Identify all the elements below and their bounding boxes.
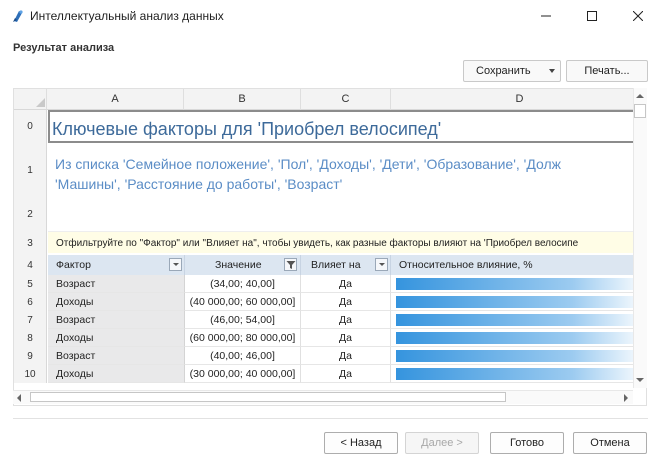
data-rows: Возраст (34,00; 40,00] Да Доходы (40 000… bbox=[48, 275, 646, 383]
column-header-d[interactable]: D bbox=[391, 89, 646, 110]
row-header[interactable]: 6 bbox=[14, 293, 47, 311]
table-cell-factor[interactable]: Возраст bbox=[48, 275, 185, 293]
next-button[interactable]: Далее > bbox=[405, 432, 479, 454]
description-line: Из списка 'Семейное положение', 'Пол', '… bbox=[55, 156, 561, 172]
save-button-label: Сохранить bbox=[476, 65, 531, 77]
footer-divider bbox=[13, 418, 648, 419]
row-header[interactable]: 0 bbox=[14, 110, 47, 143]
minimize-button[interactable] bbox=[523, 0, 569, 32]
maximize-button[interactable] bbox=[569, 0, 615, 32]
table-cell-influence[interactable]: Да bbox=[301, 329, 391, 347]
save-button[interactable]: Сохранить bbox=[463, 60, 561, 82]
horizontal-scroll-thumb[interactable] bbox=[30, 392, 506, 402]
close-button[interactable] bbox=[615, 0, 661, 32]
column-header-c[interactable]: C bbox=[301, 89, 391, 110]
relative-bar bbox=[396, 368, 646, 380]
scroll-down-icon[interactable] bbox=[635, 376, 645, 384]
filter-note: Отфильтруйте по "Фактор" или "Влияет на"… bbox=[48, 231, 646, 253]
row-header[interactable]: 5 bbox=[14, 275, 47, 293]
header-value-label: Значение bbox=[215, 259, 262, 271]
app-logo-icon bbox=[10, 8, 26, 24]
scroll-left-icon[interactable] bbox=[15, 393, 23, 403]
chevron-down-icon bbox=[173, 263, 179, 266]
row-header[interactable]: 8 bbox=[14, 329, 47, 347]
header-factor-label: Фактор bbox=[56, 259, 91, 271]
sheet-title: Ключевые факторы для 'Приобрел велосипед… bbox=[52, 119, 442, 139]
scroll-right-icon[interactable] bbox=[622, 393, 630, 403]
maximize-icon bbox=[587, 11, 597, 21]
title-bar: Интеллектуальный анализ данных bbox=[0, 0, 661, 32]
factor-filter-button[interactable] bbox=[169, 258, 182, 271]
table-cell-factor[interactable]: Доходы bbox=[48, 365, 185, 383]
cancel-button[interactable]: Отмена bbox=[573, 432, 647, 454]
influence-filter-button[interactable] bbox=[375, 258, 388, 271]
table-cell-influence[interactable]: Да bbox=[301, 293, 391, 311]
table-cell-influence[interactable]: Да bbox=[301, 311, 391, 329]
relative-bar bbox=[396, 314, 646, 326]
vertical-scrollbar[interactable] bbox=[633, 88, 647, 388]
result-sheet: A B C D 0 1 2 3 4 5 6 7 8 9 10 Ключевые … bbox=[13, 88, 647, 406]
table-cell-relative[interactable] bbox=[391, 311, 646, 329]
minimize-icon bbox=[541, 15, 551, 17]
row-header[interactable]: 1 bbox=[14, 143, 47, 197]
section-label: Результат анализа bbox=[13, 42, 115, 54]
row-header[interactable]: 9 bbox=[14, 347, 47, 365]
select-all-icon bbox=[36, 98, 45, 107]
table-cell-value[interactable]: (40,00; 46,00] bbox=[185, 347, 301, 365]
column-header-a[interactable]: A bbox=[47, 89, 184, 110]
table-cell-value[interactable]: (40 000,00; 60 000,00] bbox=[185, 293, 301, 311]
table-cell-value[interactable]: (60 000,00; 80 000,00] bbox=[185, 329, 301, 347]
vertical-scroll-thumb[interactable] bbox=[634, 104, 646, 118]
header-factor: Фактор bbox=[48, 255, 185, 275]
table-cell-value[interactable]: (46,00; 54,00] bbox=[185, 311, 301, 329]
relative-bar bbox=[396, 278, 646, 290]
chevron-down-icon[interactable] bbox=[549, 69, 555, 73]
chevron-down-icon bbox=[379, 263, 385, 266]
header-relative-label: Относительное влияние, % bbox=[399, 259, 533, 271]
header-value: Значение bbox=[185, 255, 301, 275]
table-cell-influence[interactable]: Да bbox=[301, 275, 391, 293]
scroll-up-icon[interactable] bbox=[635, 92, 645, 100]
table-cell-value[interactable]: (30 000,00; 40 000,00] bbox=[185, 365, 301, 383]
funnel-icon bbox=[286, 261, 296, 269]
table-cell-factor[interactable]: Возраст bbox=[48, 347, 185, 365]
row-header[interactable]: 2 bbox=[14, 197, 47, 231]
row-header[interactable]: 10 bbox=[14, 365, 47, 383]
table-cell-relative[interactable] bbox=[391, 293, 646, 311]
row-header[interactable]: 4 bbox=[14, 255, 47, 275]
table-cell-value[interactable]: (34,00; 40,00] bbox=[185, 275, 301, 293]
table-cell-influence[interactable]: Да bbox=[301, 347, 391, 365]
table-cell-influence[interactable]: Да bbox=[301, 365, 391, 383]
relative-bar bbox=[396, 332, 646, 344]
filter-note-text: Отфильтруйте по "Фактор" или "Влияет на"… bbox=[56, 238, 579, 249]
table-cell-relative[interactable] bbox=[391, 329, 646, 347]
table-cell-factor[interactable]: Доходы bbox=[48, 329, 185, 347]
value-filter-button[interactable] bbox=[284, 258, 297, 271]
table-cell-factor[interactable]: Доходы bbox=[48, 293, 185, 311]
table-cell-factor[interactable]: Возраст bbox=[48, 311, 185, 329]
column-header-b[interactable]: B bbox=[184, 89, 301, 110]
print-button[interactable]: Печать... bbox=[566, 60, 648, 82]
table-cell-relative[interactable] bbox=[391, 365, 646, 383]
table-cell-relative[interactable] bbox=[391, 347, 646, 365]
header-relative: Относительное влияние, % bbox=[391, 255, 646, 275]
header-influence-label: Влияет на bbox=[311, 259, 361, 271]
description-line: 'Машины', 'Расстояние до работы', 'Возра… bbox=[55, 176, 343, 192]
table-cell-relative[interactable] bbox=[391, 275, 646, 293]
relative-bar bbox=[396, 350, 646, 362]
row-header[interactable]: 7 bbox=[14, 311, 47, 329]
header-influence: Влияет на bbox=[301, 255, 391, 275]
row-header[interactable]: 3 bbox=[14, 231, 47, 255]
relative-bar bbox=[396, 296, 646, 308]
window-title: Интеллектуальный анализ данных bbox=[30, 9, 224, 23]
back-button[interactable]: < Назад bbox=[324, 432, 398, 454]
done-button[interactable]: Готово bbox=[490, 432, 564, 454]
close-icon bbox=[633, 11, 643, 21]
